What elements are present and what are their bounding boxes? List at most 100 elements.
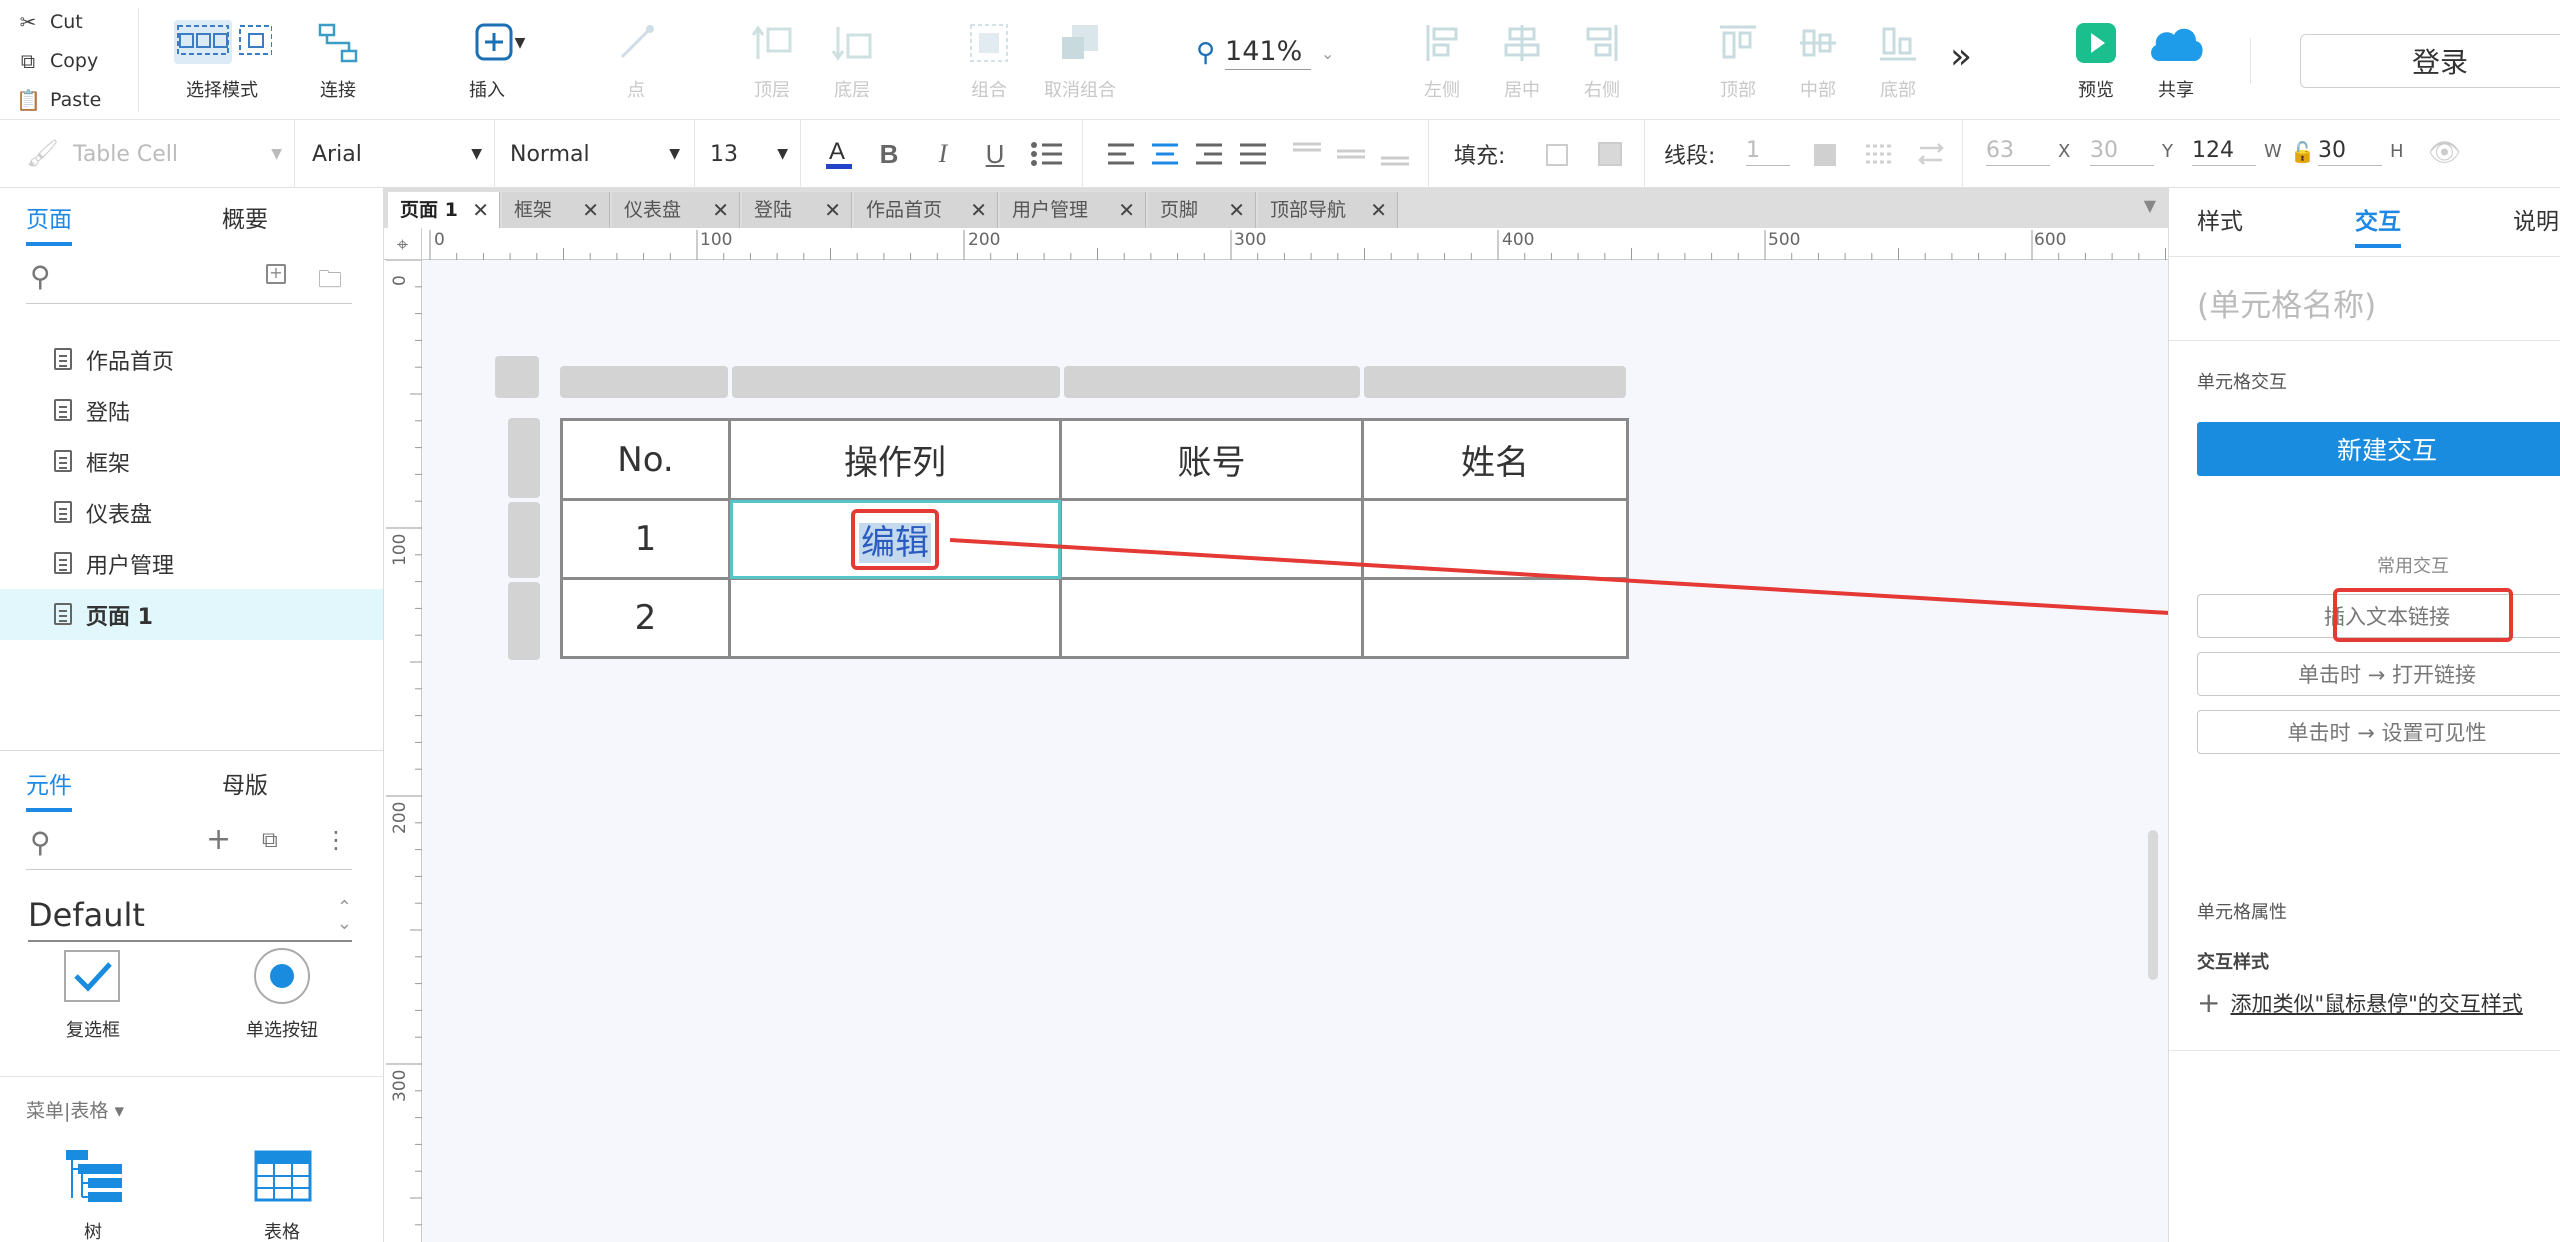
table-cell[interactable] bbox=[1059, 498, 1364, 580]
close-icon[interactable]: ✕ bbox=[824, 192, 841, 228]
doc-tab[interactable]: 作品首页 ✕ bbox=[854, 192, 998, 228]
tab-masters[interactable]: 母版 bbox=[222, 754, 268, 818]
page-item[interactable]: 仪表盘 bbox=[0, 487, 383, 538]
table-cell[interactable] bbox=[1361, 498, 1629, 580]
radio-icon[interactable] bbox=[254, 948, 310, 1004]
insert-button[interactable]: ▼ 插入 bbox=[437, 14, 537, 110]
select-mode-button[interactable]: 选择模式 bbox=[172, 14, 272, 110]
close-icon[interactable]: ✕ bbox=[1370, 192, 1387, 228]
height-input[interactable]: 30 H bbox=[2318, 138, 2404, 166]
cell-name-input[interactable]: (单元格名称) bbox=[2197, 280, 2376, 325]
table-cell[interactable] bbox=[1361, 577, 1629, 659]
table-cell[interactable] bbox=[1059, 577, 1364, 659]
more-tools-icon[interactable]: » bbox=[1950, 36, 1972, 77]
table-cell-selected[interactable]: 编辑 bbox=[728, 498, 1062, 580]
font-color-icon[interactable]: A bbox=[822, 136, 856, 172]
font-size-dropdown[interactable]: 13 ▼ bbox=[710, 132, 788, 176]
column-handle[interactable] bbox=[1064, 366, 1360, 398]
login-button[interactable]: 登录 bbox=[2300, 34, 2560, 88]
add-interaction-style-link[interactable]: + 添加类似"鼠标悬停"的交互样式 bbox=[2197, 986, 2523, 1019]
group-button[interactable]: 组合 bbox=[939, 14, 1039, 110]
fill-color-swatch[interactable] bbox=[1546, 144, 1568, 166]
x-input[interactable]: 63 X bbox=[1986, 138, 2070, 166]
arrow-style-icon[interactable] bbox=[1914, 136, 1948, 172]
table-icon[interactable] bbox=[254, 1150, 312, 1206]
doc-tab-active[interactable]: 页面 1 ✕ bbox=[388, 192, 500, 228]
table-cell[interactable]: 2 bbox=[560, 577, 731, 659]
page-item-active[interactable]: 页面 1 bbox=[0, 589, 383, 640]
close-icon[interactable]: ✕ bbox=[582, 192, 599, 228]
y-input[interactable]: 30 Y bbox=[2090, 138, 2173, 166]
style-dropdown[interactable]: 🖌 Table Cell ▼ bbox=[26, 132, 282, 176]
align-text-right-icon[interactable] bbox=[1192, 136, 1226, 172]
tab-notes[interactable]: 说明 bbox=[2513, 188, 2559, 256]
table-header-cell[interactable]: No. bbox=[560, 418, 731, 501]
tree-icon[interactable] bbox=[64, 1148, 124, 1208]
tab-outline[interactable]: 概要 bbox=[222, 188, 268, 252]
share-button[interactable]: 共享 bbox=[2126, 14, 2226, 110]
font-weight-dropdown[interactable]: Normal ▼ bbox=[510, 132, 680, 176]
visibility-eye-icon[interactable]: 👁 bbox=[2428, 138, 2461, 168]
valign-top-icon[interactable] bbox=[1290, 136, 1324, 172]
tab-interactions[interactable]: 交互 bbox=[2355, 188, 2401, 256]
tab-style[interactable]: 样式 bbox=[2197, 188, 2243, 256]
table-cell[interactable]: 1 bbox=[560, 498, 731, 580]
fill-shadow-swatch[interactable] bbox=[1598, 142, 1622, 166]
cut-button[interactable]: ✂ Cut bbox=[16, 4, 83, 40]
close-icon[interactable]: ✕ bbox=[712, 192, 729, 228]
more-vertical-icon[interactable]: ⋮ bbox=[324, 826, 348, 854]
zoom-control[interactable]: ⚲ 141% ⌄ bbox=[1196, 36, 1334, 70]
stroke-width-input[interactable]: 1 bbox=[1746, 138, 1790, 166]
row-handle[interactable] bbox=[508, 582, 540, 660]
bold-icon[interactable]: B bbox=[872, 136, 906, 172]
doc-tab[interactable]: 用户管理 ✕ bbox=[1000, 192, 1146, 228]
on-click-open-link-button[interactable]: 单击时 → 打开链接 bbox=[2197, 652, 2560, 696]
stroke-color-swatch[interactable] bbox=[1814, 144, 1836, 166]
connect-button[interactable]: 连接 bbox=[288, 14, 388, 110]
design-canvas[interactable] bbox=[422, 260, 2168, 1242]
stroke-pattern-icon[interactable] bbox=[1862, 136, 1896, 172]
width-input[interactable]: 124 W bbox=[2192, 138, 2282, 166]
doc-tab[interactable]: 顶部导航 ✕ bbox=[1258, 192, 1398, 228]
library-select[interactable]: Default ⌃ ⌄ bbox=[28, 896, 352, 942]
add-page-icon[interactable]: + bbox=[266, 264, 286, 284]
edit-link-highlight[interactable]: 编辑 bbox=[851, 508, 939, 570]
close-icon[interactable]: ✕ bbox=[1118, 192, 1135, 228]
valign-bottom-icon[interactable] bbox=[1378, 136, 1412, 172]
align-text-center-icon[interactable] bbox=[1148, 136, 1182, 172]
copy-button[interactable]: ⧉ Copy bbox=[16, 43, 98, 79]
italic-icon[interactable]: I bbox=[926, 136, 960, 172]
folder-icon[interactable]: 🗀 bbox=[318, 262, 342, 303]
table-header-cell[interactable]: 操作列 bbox=[728, 418, 1062, 501]
send-to-back-button[interactable]: 底层 bbox=[802, 14, 902, 110]
page-item[interactable]: 框架 bbox=[0, 436, 383, 487]
page-item[interactable]: 用户管理 bbox=[0, 538, 383, 589]
row-handle[interactable] bbox=[508, 502, 540, 578]
checkbox-icon[interactable] bbox=[64, 950, 120, 1002]
ungroup-button[interactable]: 取消组合 bbox=[1030, 14, 1130, 110]
table-header-cell[interactable]: 姓名 bbox=[1361, 418, 1629, 501]
doc-tab[interactable]: 登陆 ✕ bbox=[742, 192, 852, 228]
search-icon[interactable]: ⚲ bbox=[30, 826, 51, 859]
doc-tab[interactable]: 框架 ✕ bbox=[502, 192, 610, 228]
tabs-overflow-icon[interactable]: ▼ bbox=[2144, 196, 2156, 215]
page-item[interactable]: 作品首页 bbox=[0, 334, 383, 385]
search-icon[interactable]: ⚲ bbox=[30, 260, 51, 293]
lock-ratio-icon[interactable]: 🔓 bbox=[2290, 140, 2315, 164]
tab-pages[interactable]: 页面 bbox=[26, 188, 72, 252]
library-icon[interactable]: ⧉ bbox=[262, 828, 278, 853]
underline-icon[interactable]: U bbox=[978, 136, 1012, 172]
row-handle[interactable] bbox=[508, 418, 540, 498]
column-handle[interactable] bbox=[1364, 366, 1626, 398]
table-header-cell[interactable]: 账号 bbox=[1059, 418, 1364, 501]
doc-tab[interactable]: 仪表盘 ✕ bbox=[612, 192, 740, 228]
close-icon[interactable]: ✕ bbox=[472, 192, 489, 228]
table-select-handle[interactable] bbox=[495, 356, 539, 398]
widget-category[interactable]: 菜单|表格 ▾ bbox=[26, 1096, 124, 1123]
doc-tab[interactable]: 页脚 ✕ bbox=[1148, 192, 1256, 228]
tab-widgets[interactable]: 元件 bbox=[26, 754, 72, 818]
align-text-left-icon[interactable] bbox=[1104, 136, 1138, 172]
bullet-list-icon[interactable] bbox=[1030, 136, 1064, 172]
new-interaction-button[interactable]: 新建交互 bbox=[2197, 422, 2560, 476]
close-icon[interactable]: ✕ bbox=[970, 192, 987, 228]
